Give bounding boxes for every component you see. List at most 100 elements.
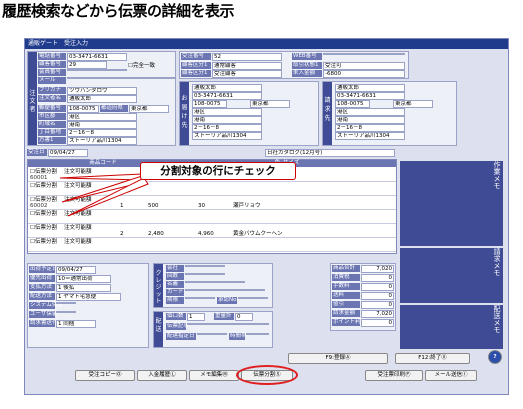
pref-label: 都道府県 bbox=[100, 105, 128, 112]
table-row[interactable]: ☐伝票分割 注文可能額 2 2,480 4,960 黄金バウムクーヘン bbox=[28, 224, 396, 238]
sys-hold-label: システム保留 bbox=[29, 302, 63, 309]
row-code: 60002 bbox=[30, 203, 48, 209]
ship-date-field[interactable]: 09/04/27 bbox=[56, 266, 96, 274]
bill-bldg[interactable]: ストーリア品川1304 bbox=[335, 132, 405, 140]
delivery-side-label: 配送 bbox=[154, 312, 163, 347]
bill-zip[interactable]: 108-0075 bbox=[335, 100, 370, 108]
split-checkbox[interactable]: ☐伝票分割 bbox=[30, 211, 57, 217]
ship-name[interactable]: 通販太郎 bbox=[192, 84, 262, 92]
help-icon[interactable]: ? bbox=[488, 350, 502, 364]
ship-tel[interactable]: 03-3471-6631 bbox=[192, 92, 262, 100]
boxes-field[interactable]: 1 bbox=[187, 313, 205, 321]
disc-total-value: 0 bbox=[361, 301, 394, 309]
split-checkbox[interactable]: ☐伝票分割 bbox=[30, 225, 57, 231]
ship-bldg[interactable]: ストーリア品川1304 bbox=[192, 132, 262, 140]
goods-total-value: 7,020 bbox=[361, 265, 394, 273]
order-date-field[interactable]: 09/04/27 bbox=[48, 149, 88, 157]
user-hold-select[interactable] bbox=[56, 311, 76, 313]
auth-no-field[interactable] bbox=[238, 297, 268, 299]
priority-select[interactable]: 10＝通常出荷 bbox=[56, 275, 111, 283]
city-field[interactable]: 港区 bbox=[67, 113, 137, 121]
bill-tel[interactable]: 03-3471-6631 bbox=[335, 92, 405, 100]
card-holder-field[interactable] bbox=[185, 281, 245, 283]
shipping-info-panel: 出荷予定日 09/04/27 優先出荷 10＝通常出荷 支払方法 1 後払 配送… bbox=[27, 263, 149, 348]
order-no-field[interactable]: 52 bbox=[212, 53, 282, 61]
bill-name[interactable]: 通販太郎 bbox=[335, 84, 405, 92]
work-memo-bar[interactable]: 作業メモ bbox=[400, 161, 503, 246]
ship-city[interactable]: 港区 bbox=[192, 108, 262, 116]
ship-to-panel: お届け先 通販太郎 03-3471-6631 108-0075 東京都 港区 港… bbox=[179, 81, 319, 146]
name-field[interactable]: 通販太郎 bbox=[67, 95, 137, 103]
member-no-field[interactable] bbox=[67, 69, 127, 71]
ship-addr[interactable]: 2－16－8 bbox=[192, 124, 262, 132]
bill-pref[interactable]: 東京都 bbox=[393, 100, 433, 108]
cust-class-field[interactable]: 通常顧客 bbox=[212, 62, 282, 70]
print-order-button[interactable]: 受注票印刷Ⓟ bbox=[365, 370, 423, 381]
bill-city[interactable]: 港区 bbox=[335, 108, 405, 116]
send-mail-button[interactable]: メール送信Ⓘ bbox=[425, 370, 477, 381]
f9-register-button[interactable]: F9:登録Ⓐ bbox=[288, 353, 388, 364]
bldg-field[interactable]: ストーリア品川1304 bbox=[67, 137, 137, 145]
bill-memo-bar[interactable]: 請求メモ bbox=[400, 248, 503, 303]
fee-total-value: 0 bbox=[361, 283, 394, 291]
tax-total-label: 消費税 bbox=[332, 274, 360, 281]
addr-field[interactable]: 2－16－8 bbox=[67, 129, 137, 137]
customer-side-label: 注文者 bbox=[28, 52, 37, 145]
split-checkbox[interactable]: ☐伝票分割 bbox=[30, 239, 57, 245]
split-button-highlight bbox=[236, 365, 298, 385]
card-no-field[interactable] bbox=[185, 289, 265, 291]
ship-pref[interactable]: 東京都 bbox=[250, 100, 290, 108]
table-row[interactable]: ☐伝票分割 注文可能額 bbox=[28, 238, 396, 252]
payment-history-button[interactable]: 入金履歴Ⓛ bbox=[137, 370, 187, 381]
order-copy-button[interactable]: 受注コピーⓄ bbox=[75, 370, 135, 381]
card-expire-field[interactable] bbox=[185, 297, 215, 299]
bill-send-select[interactable]: 1 同梱 bbox=[56, 320, 96, 328]
town-field[interactable]: 港南 bbox=[67, 121, 137, 129]
customer-panel: 注文者 電話番号 03-3471-6631 顧客番号 29 ☐完全一致 会員番号… bbox=[27, 51, 176, 146]
time-field[interactable] bbox=[246, 333, 269, 335]
zip-label: 郵便番号 bbox=[38, 105, 66, 112]
card-no-label: カード bbox=[166, 289, 184, 296]
weight-field[interactable]: 0 bbox=[235, 313, 253, 321]
cust-class2-label: 顧客区分1 bbox=[181, 70, 211, 77]
row-status: 注文可能額 bbox=[64, 225, 92, 231]
pref-field[interactable]: 東京都 bbox=[129, 105, 169, 113]
pay-select[interactable]: 1 後払 bbox=[56, 284, 111, 292]
order-no-label: 受注番号 bbox=[181, 53, 211, 60]
ship-zip[interactable]: 108-0075 bbox=[192, 100, 227, 108]
media-select[interactable]: 日社カタログ(12月号) bbox=[265, 149, 395, 157]
bill-addr[interactable]: 2－16－8 bbox=[335, 124, 405, 132]
deliv-date-label: 配達指定日 bbox=[166, 333, 196, 340]
zip-field[interactable]: 108-0075 bbox=[67, 105, 99, 113]
window-titlebar: 通販ゲート 受注入力 bbox=[25, 39, 508, 49]
row-amount: 4,960 bbox=[198, 231, 214, 237]
kana-field[interactable]: ツウハンタロウ bbox=[67, 87, 137, 95]
deliv-select[interactable]: 1 ヤマト宅急便 bbox=[56, 293, 121, 301]
card-company-field[interactable] bbox=[185, 265, 225, 267]
email-field[interactable] bbox=[67, 77, 175, 79]
ship-town[interactable]: 港南 bbox=[192, 116, 262, 124]
card-count-field[interactable] bbox=[185, 273, 225, 275]
exact-match-check[interactable]: ☐完全一致 bbox=[128, 61, 155, 69]
slip-memo-field[interactable] bbox=[187, 323, 269, 325]
web-no-field[interactable] bbox=[323, 53, 405, 55]
row-price: 2,480 bbox=[148, 231, 164, 237]
trans-field[interactable]: 受注可 bbox=[323, 62, 405, 70]
split-checkbox[interactable]: ☐伝票分割 bbox=[30, 183, 57, 189]
sys-hold-select[interactable] bbox=[56, 302, 76, 304]
cust-class2-field[interactable]: 受注顧客 bbox=[212, 70, 282, 78]
f12-exit-button[interactable]: F12:終了Ⓧ bbox=[395, 353, 470, 364]
bill-town[interactable]: 港南 bbox=[335, 116, 405, 124]
unpaid-field: -6800 bbox=[323, 70, 405, 78]
customer-no-field[interactable]: 29 bbox=[67, 61, 107, 69]
tel-field[interactable]: 03-3471-6631 bbox=[67, 53, 127, 61]
deliv-memo-bar[interactable]: 配送メモ bbox=[400, 305, 503, 349]
memo-edit-button[interactable]: メモ編集Ⓜ bbox=[189, 370, 239, 381]
member-no-label: 会員番号 bbox=[38, 69, 66, 76]
delivery-panel: 配送 個口数 1 重量計 0 伝票記事 配達指定日 時間帯 bbox=[153, 311, 273, 348]
disc-total-label: 値引 bbox=[332, 301, 360, 308]
deliv-date-field[interactable] bbox=[197, 333, 227, 335]
card-holder-label: 名義 bbox=[166, 281, 184, 288]
priority-label: 優先出荷 bbox=[29, 275, 55, 282]
fee-total-label: 手数料 bbox=[332, 283, 360, 290]
